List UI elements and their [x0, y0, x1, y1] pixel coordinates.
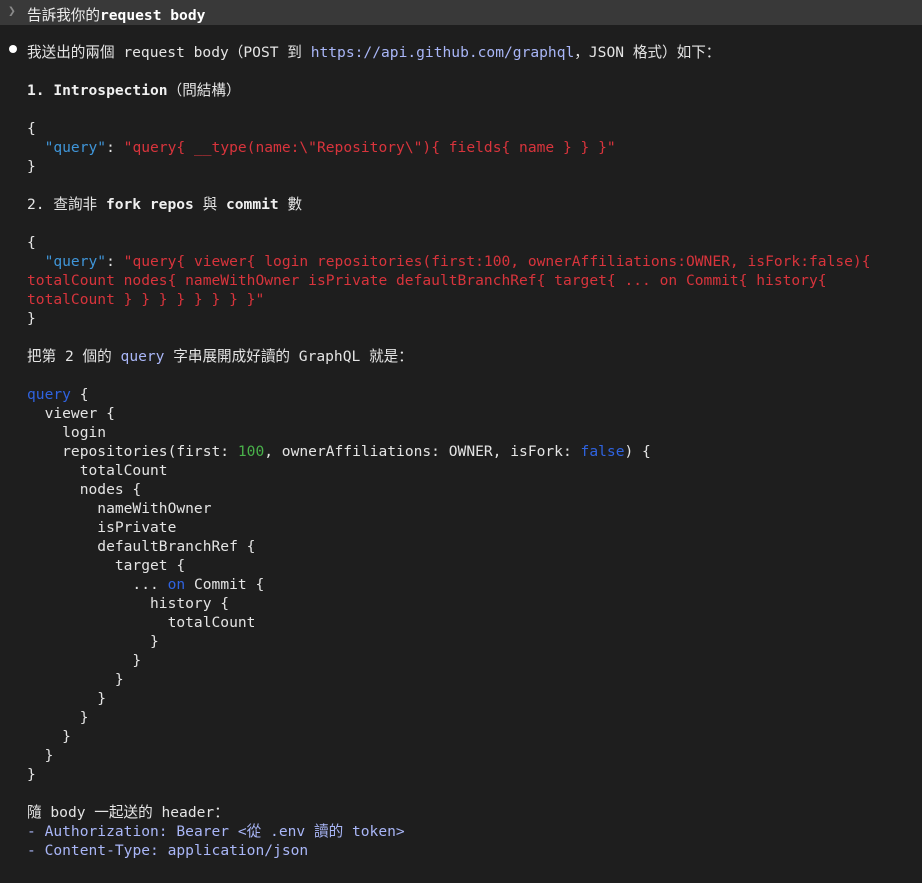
expand-line: 把第 2 個的 query 字串展開成好讀的 GraphQL 就是： — [27, 347, 413, 366]
json2-value-line-3: totalCount } } } } } } } }" — [27, 291, 265, 308]
gql-text: { — [70, 386, 89, 403]
gql-line: } — [27, 709, 89, 726]
section-2-suffix: 數 — [278, 196, 303, 213]
user-prompt-bar: ❯ 告訴我你的request body — [0, 0, 922, 25]
gql-line: } — [27, 728, 71, 745]
json2-close-brace: } — [27, 310, 36, 327]
gql-line: } — [27, 633, 159, 650]
gql-text: , ownerAffiliations: OWNER, isFork: — [264, 443, 581, 460]
section-2-bold-2: commit — [225, 196, 279, 213]
prompt-bold: request body — [99, 7, 206, 24]
json2-value-line-2: totalCount nodes{ nameWithOwner isPrivat… — [27, 272, 827, 289]
gql-line: ... on Commit { — [27, 575, 264, 594]
json2-value-line-1: "query{ viewer{ login repositories(first… — [123, 253, 871, 270]
gql-text: repositories(first: — [27, 443, 238, 460]
header-value: application/json — [158, 842, 309, 859]
gql-line: } — [27, 652, 142, 669]
gql-line: nameWithOwner — [27, 500, 212, 517]
chevron-right-icon: ❯ — [8, 4, 16, 19]
list-dash: - — [27, 842, 45, 859]
section-1-heading: 1. Introspection（問結構） — [27, 81, 241, 100]
gql-line: defaultBranchRef { — [27, 538, 256, 555]
prompt-prefix: 告訴我你的 — [27, 7, 100, 24]
header-item-authorization: - Authorization: Bearer <從 .env 讀的 token… — [27, 822, 405, 841]
section-1-title: 1. Introspection — [27, 82, 168, 99]
section-1-suffix: （問結構） — [167, 82, 241, 99]
gql-line: nodes { — [27, 481, 142, 498]
gql-keyword-query: query — [27, 386, 71, 403]
gql-line: login — [27, 424, 107, 441]
header-value: Bearer <從 .env 讀的 token> — [167, 823, 405, 840]
gql-line: } — [27, 766, 36, 783]
json1-key: "query" — [44, 139, 107, 156]
gql-line: totalCount — [27, 614, 256, 631]
gql-keyword-on: on — [167, 576, 186, 593]
list-dash: - — [27, 823, 45, 840]
intro-text-b: ，JSON 格式）如下： — [574, 44, 721, 61]
header-key: Content-Type: — [44, 842, 159, 859]
gql-boolean: false — [580, 443, 625, 460]
json1-close-brace: } — [27, 158, 36, 175]
gql-line: viewer { — [27, 405, 115, 422]
json1-colon: : — [106, 139, 124, 156]
endpoint-url: https://api.github.com/graphql — [310, 44, 575, 61]
json1-value: "query{ __type(name:\"Repository\"){ fie… — [123, 139, 616, 156]
gql-text: ... — [27, 576, 168, 593]
user-prompt-text: 告訴我你的request body — [27, 4, 205, 25]
json2-open-brace: { — [27, 234, 36, 251]
header-item-content-type: - Content-Type: application/json — [27, 841, 308, 860]
header-intro: 隨 body 一起送的 header： — [27, 804, 229, 821]
response-bullet-icon — [9, 45, 17, 53]
gql-line: history { — [27, 595, 230, 612]
section-2-mid: 與 — [193, 196, 226, 213]
expand-text-a: 把第 2 個的 — [27, 348, 121, 365]
json1-open-brace: { — [27, 120, 36, 137]
section-2-heading: 2. 查詢非 fork repos 與 commit 數 — [27, 195, 302, 214]
gql-text: Commit { — [185, 576, 265, 593]
gql-line: repositories(first: 100, ownerAffiliatio… — [27, 442, 651, 461]
gql-text: ) { — [624, 443, 651, 460]
header-key: Authorization: — [44, 823, 168, 840]
expand-inline-code: query — [120, 348, 165, 365]
gql-line: totalCount — [27, 462, 168, 479]
gql-number: 100 — [237, 443, 265, 460]
json2-colon: : — [106, 253, 124, 270]
gql-line: isPrivate — [27, 519, 177, 536]
gql-line: } — [27, 690, 107, 707]
intro-line: 我送出的兩個 request body（POST 到 https://api.g… — [27, 43, 720, 62]
intro-text-a: 我送出的兩個 request body（POST 到 — [27, 44, 311, 61]
expand-text-b: 字串展開成好讀的 GraphQL 就是： — [164, 348, 413, 365]
section-2-prefix: 2. 查詢非 — [27, 196, 106, 213]
json2-query-line: "query": "query{ viewer{ login repositor… — [27, 252, 871, 271]
gql-line: query { — [27, 385, 89, 404]
gql-line: } — [27, 671, 124, 688]
gql-line: target { — [27, 557, 186, 574]
json1-query-line: "query": "query{ __type(name:\"Repositor… — [27, 138, 616, 157]
gql-line: } — [27, 747, 54, 764]
section-2-bold-1: fork repos — [105, 196, 194, 213]
json2-key: "query" — [44, 253, 107, 270]
